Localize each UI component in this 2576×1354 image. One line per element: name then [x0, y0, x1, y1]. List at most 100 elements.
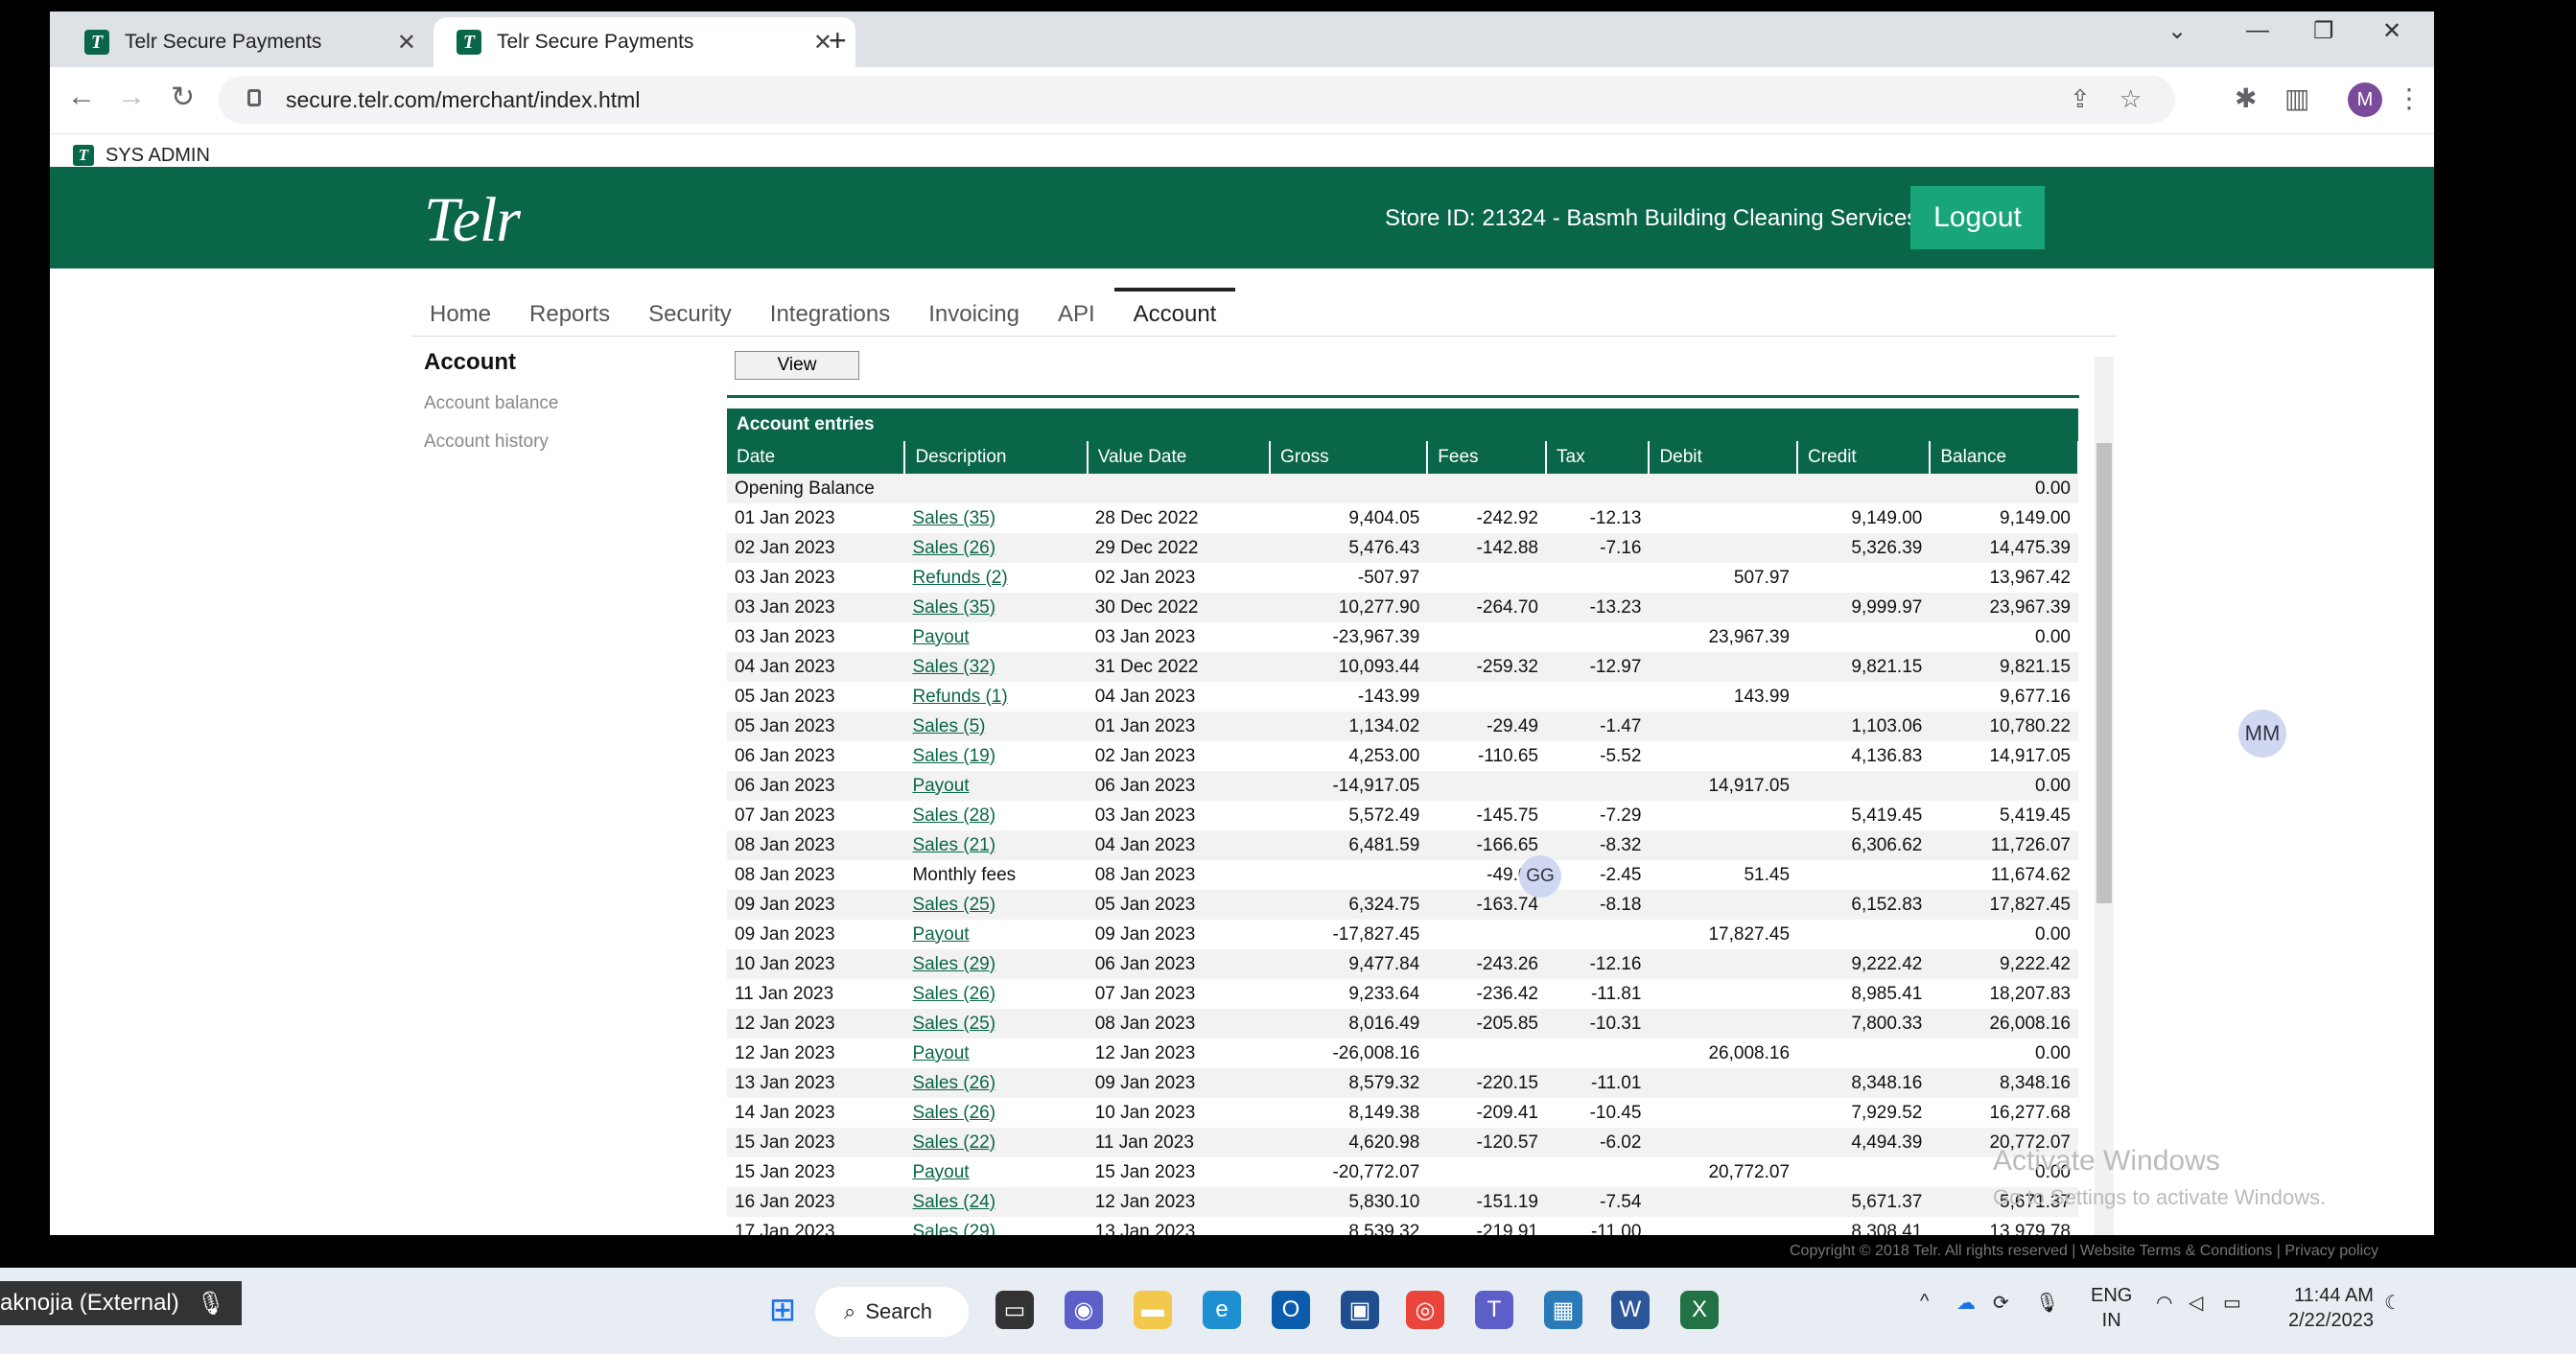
tab-search-icon[interactable]: ⌄	[2167, 17, 2187, 45]
mic-muted-icon: 🎙	[196, 1290, 226, 1317]
excel-icon[interactable]: X	[1680, 1291, 1719, 1329]
account-content: View Account entries Date Description Valu…	[677, 338, 2116, 1235]
description-link[interactable]: Sales (22)	[912, 1132, 995, 1153]
minimize-icon[interactable]: —	[2246, 17, 2269, 44]
description-link[interactable]: Refunds (2)	[912, 568, 1007, 588]
notifications-icon[interactable]: ☾	[2384, 1291, 2401, 1315]
description-link[interactable]: Sales (26)	[912, 1073, 995, 1093]
description-link[interactable]: Sales (35)	[912, 508, 995, 528]
table-row: 17 Jan 2023 Sales (29) 13 Jan 2023 8,539.32…	[727, 1217, 2078, 1236]
description-link[interactable]: Sales (21)	[912, 835, 995, 855]
battery-icon[interactable]: ▭	[2223, 1291, 2241, 1315]
telr-logo[interactable]: Telr	[424, 184, 521, 257]
description-link[interactable]: Sales (25)	[912, 1014, 995, 1034]
teams-chat-icon[interactable]: ◉	[1065, 1291, 1103, 1329]
cell-tax: -12.16	[1546, 949, 1650, 979]
task-view-icon[interactable]: ▭	[995, 1291, 1034, 1329]
edge-icon[interactable]: e	[1203, 1291, 1241, 1329]
description-link[interactable]: Sales (19)	[912, 746, 995, 766]
description-link[interactable]: Refunds (1)	[912, 687, 1007, 707]
cell-gross: 8,149.38	[1348, 1102, 1420, 1123]
sidebar-item-account-history[interactable]: Account history	[424, 432, 692, 453]
cell-value-date: 06 Jan 2023	[1087, 949, 1270, 979]
description-link[interactable]: Sales (24)	[912, 1192, 995, 1212]
description-link[interactable]: Sales (26)	[912, 984, 995, 1004]
cell-value-date: 02 Jan 2023	[1094, 745, 1196, 766]
taskbar-search[interactable]: ⌕ Search	[815, 1287, 969, 1337]
back-icon[interactable]: ←	[67, 81, 96, 113]
file-explorer-icon[interactable]: ▬	[1134, 1291, 1172, 1329]
cell-balance: 26,008.16	[1930, 1009, 2078, 1039]
cell-debit	[1649, 801, 1797, 830]
share-icon[interactable]: ⇪	[2070, 84, 2091, 114]
description-link[interactable]: Sales (29)	[912, 1222, 995, 1236]
logout-button[interactable]: Logout	[1910, 186, 2045, 249]
cell-description: Refunds (2)	[904, 563, 1087, 593]
sync-icon[interactable]: ⟳	[1993, 1291, 2009, 1315]
side-panel-icon[interactable]: ▥	[2284, 82, 2309, 114]
bookmark-star-icon[interactable]: ☆	[2119, 84, 2142, 114]
chrome-icon[interactable]: ◎	[1406, 1291, 1444, 1329]
system-clock[interactable]: 11:44 AM 2/22/2023	[2288, 1283, 2374, 1333]
profile-avatar[interactable]: M	[2348, 82, 2382, 117]
description-link[interactable]: Sales (26)	[912, 1103, 995, 1123]
tray-chevron-icon[interactable]: ^	[1920, 1291, 1929, 1313]
onedrive-icon[interactable]: ☁	[1956, 1291, 1976, 1315]
outlook-icon[interactable]: O	[1272, 1291, 1310, 1329]
description-link[interactable]: Payout	[912, 776, 969, 796]
extensions-icon[interactable]: ✱	[2235, 82, 2257, 114]
word-icon[interactable]: W	[1611, 1291, 1650, 1329]
teams-icon[interactable]: T	[1475, 1291, 1513, 1329]
language-indicator[interactable]: ENG IN	[2091, 1283, 2132, 1333]
reload-icon[interactable]: ↻	[171, 81, 195, 114]
volume-icon[interactable]: ◁	[2189, 1291, 2203, 1315]
description-link[interactable]: Sales (28)	[912, 805, 995, 826]
wifi-icon[interactable]: ◠	[2156, 1291, 2172, 1315]
view-button[interactable]: View	[735, 351, 859, 380]
new-tab-icon[interactable]: +	[829, 23, 847, 58]
description-link[interactable]: Payout	[912, 924, 969, 945]
cell-gross: 6,324.75	[1269, 890, 1428, 920]
browser-tab[interactable]: T Telr Secure Payments ✕	[61, 17, 439, 67]
more-menu-icon[interactable]: ⋮	[2396, 82, 2423, 114]
table-row: 06 Jan 2023 Payout 06 Jan 2023 -14,917.05 14…	[727, 771, 2078, 801]
description-link[interactable]: Payout	[912, 1162, 969, 1182]
search-icon: ⌕	[844, 1299, 856, 1323]
close-window-icon[interactable]: ✕	[2382, 17, 2401, 45]
cell-fees: -110.65	[1477, 745, 1538, 766]
cell-fees: -120.57	[1427, 1128, 1546, 1157]
description-link[interactable]: Sales (35)	[912, 597, 995, 618]
store-icon[interactable]: ▣	[1341, 1291, 1379, 1329]
description-link[interactable]: Payout	[912, 627, 969, 647]
cell-gross: -26,008.16	[1332, 1042, 1420, 1063]
nav-reports[interactable]: Reports	[510, 288, 629, 347]
cell-credit	[1797, 1039, 1930, 1068]
vertical-scrollbar[interactable]	[2095, 357, 2114, 1235]
cell-credit	[1797, 563, 1930, 593]
description-link[interactable]: Payout	[912, 1043, 969, 1063]
cell-fees: -166.65	[1427, 830, 1546, 860]
scrollbar-thumb[interactable]	[2096, 443, 2112, 903]
bookmark-sys-admin[interactable]: SYS ADMIN	[105, 145, 210, 167]
description-link[interactable]: Sales (26)	[912, 538, 995, 558]
description-link[interactable]: Sales (25)	[912, 895, 995, 915]
nav-home[interactable]: Home	[410, 288, 510, 347]
restore-icon[interactable]: ❐	[2313, 17, 2334, 45]
cell-balance: 0.00	[2035, 1042, 2071, 1063]
description-link[interactable]: Sales (5)	[912, 716, 985, 736]
description-link[interactable]: Sales (32)	[912, 657, 995, 677]
forward-icon[interactable]: →	[117, 81, 146, 113]
cell-credit	[1797, 860, 1930, 890]
mic-off-icon[interactable]: 🎙	[2035, 1291, 2059, 1315]
table-row: 12 Jan 2023 Payout 12 Jan 2023 -26,008.16 26…	[727, 1039, 2078, 1068]
column-header: Fees	[1427, 441, 1547, 474]
address-bar[interactable]: secure.telr.com/merchant/index.html ⇪ ☆	[219, 76, 2175, 124]
start-icon[interactable]: ⊞	[763, 1291, 802, 1329]
browser-tab-active[interactable]: T Telr Secure Payments ✕	[433, 17, 855, 67]
sidebar-item-account-balance[interactable]: Account balance	[424, 393, 692, 414]
close-tab-icon[interactable]: ✕	[397, 29, 416, 57]
cell-credit: 7,929.52	[1851, 1102, 1923, 1123]
cell-description: Sales (29)	[904, 1217, 1087, 1236]
description-link[interactable]: Sales (29)	[912, 954, 995, 974]
calculator-icon[interactable]: ▦	[1544, 1291, 1582, 1329]
